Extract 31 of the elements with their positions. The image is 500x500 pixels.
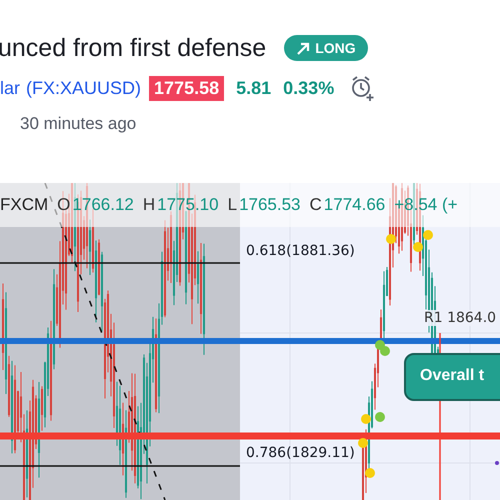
ohlc-key: L <box>228 195 238 215</box>
add-alert-icon[interactable] <box>350 74 376 102</box>
signal-dot <box>375 412 385 422</box>
fib-level-label: 0.618(1881.36) <box>246 243 355 259</box>
signal-dot <box>380 346 390 356</box>
signal-dot <box>365 468 375 478</box>
ohlc-key: O <box>57 195 70 215</box>
signal-dot <box>413 242 423 252</box>
ohlc-value: 1775.10 <box>157 195 219 215</box>
signal-dot <box>495 461 499 465</box>
ohlc-value: 1766.12 <box>72 195 134 215</box>
ohlc-key: H <box>142 195 156 215</box>
price-change: 5.81 <box>236 78 272 98</box>
signal-dot <box>358 438 368 448</box>
data-source: FXCM <box>0 195 48 215</box>
signal-dot <box>361 414 371 424</box>
ticker-link[interactable]: (FX:XAUUSD) <box>26 78 142 98</box>
bar-change: +8.54 (+ <box>394 195 458 215</box>
fib-level-label: 0.786(1829.11) <box>246 445 355 461</box>
signal-dot <box>423 230 433 240</box>
callout-label: Overall t <box>404 353 500 401</box>
long-badge: LONG <box>284 35 368 61</box>
signal-dot <box>386 234 396 244</box>
price-badge: 1775.58 <box>149 76 224 100</box>
ohlc-value: 1774.66 <box>324 195 386 215</box>
pivot-label: R1 1864.0 <box>424 310 496 326</box>
published-time: 30 minutes ago <box>20 114 138 134</box>
ohlc-key: C <box>310 195 322 215</box>
price-change-percent: 0.33% <box>283 78 334 98</box>
ohlc-value: 1765.53 <box>239 195 301 215</box>
symbol-name-link[interactable]: lar <box>0 78 20 98</box>
